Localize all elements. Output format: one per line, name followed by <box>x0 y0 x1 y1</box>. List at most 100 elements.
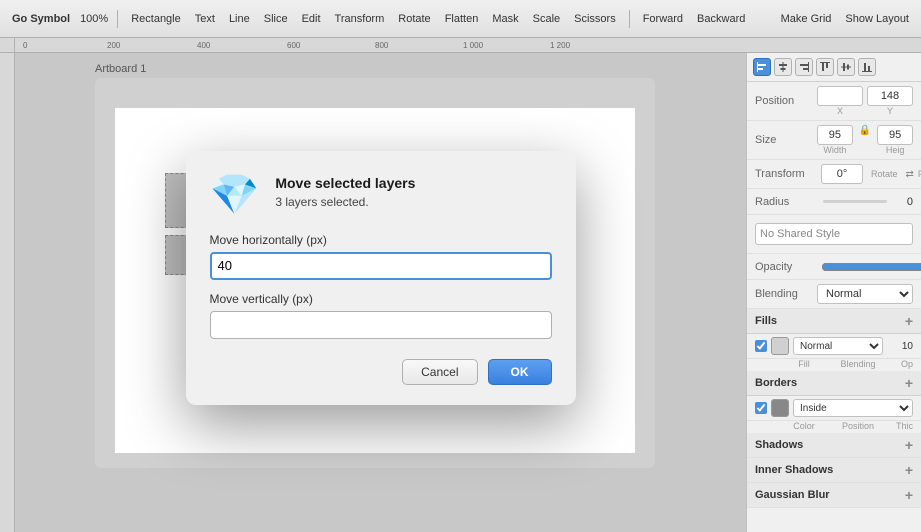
tool-scale[interactable]: Scale <box>529 11 565 27</box>
toolbar-separator-2 <box>629 10 630 28</box>
radius-slider[interactable] <box>823 200 887 203</box>
radius-row: Radius 0 <box>747 189 921 215</box>
border-position-select[interactable]: Inside <box>793 399 913 417</box>
tool-rectangle[interactable]: Rectangle <box>127 11 185 27</box>
size-w-label: Width <box>817 145 853 155</box>
tool-scissors[interactable]: Scissors <box>570 11 620 27</box>
fill-col-fill: Fill <box>779 359 829 369</box>
blending-select[interactable]: Normal <box>817 284 913 304</box>
gem-icon: 💎 <box>210 175 260 215</box>
cancel-button[interactable]: Cancel <box>402 359 477 385</box>
blending-row: Blending Normal <box>747 280 921 309</box>
ruler-mark-800: 800 <box>375 41 388 50</box>
position-x-input[interactable] <box>817 86 863 106</box>
horizontal-field-label: Move horizontally (px) <box>210 233 552 247</box>
rotate-input[interactable] <box>821 164 863 184</box>
gaussian-blur-section: Gaussian Blur + <box>747 483 921 508</box>
tool-forward[interactable]: Forward <box>639 11 687 27</box>
fill-opacity-value: 10 <box>887 341 913 352</box>
border-enabled-checkbox[interactable] <box>755 402 767 414</box>
ruler-mark-1000: 1 000 <box>463 41 483 50</box>
zoom-control[interactable]: 100% <box>80 13 108 25</box>
ruler-mark-200: 200 <box>107 41 120 50</box>
align-left-icon[interactable] <box>753 58 771 76</box>
tool-rotate[interactable]: Rotate <box>394 11 434 27</box>
app-name[interactable]: Go Symbol <box>8 11 74 27</box>
tool-mask[interactable]: Mask <box>488 11 522 27</box>
position-label: Position <box>755 95 817 107</box>
dialog-text: Move selected layers 3 layers selected. <box>275 175 415 209</box>
borders-section-header: Borders + <box>747 371 921 396</box>
fill-blend-select[interactable]: Normal <box>793 337 883 355</box>
align-bottom-icon[interactable] <box>858 58 876 76</box>
tool-line[interactable]: Line <box>225 11 254 27</box>
inner-shadows-add-button[interactable]: + <box>905 463 913 477</box>
ruler-row: 0 200 400 600 800 1 000 1 200 <box>0 38 921 53</box>
lock-icon[interactable]: 🔒 <box>859 125 871 155</box>
shared-style-select[interactable]: No Shared Style <box>755 223 913 245</box>
fill-sublabels: Fill Blending Op <box>747 359 921 371</box>
size-w-group: Width <box>817 125 853 155</box>
tool-transform[interactable]: Transform <box>331 11 389 27</box>
border-row: Inside <box>747 396 921 421</box>
fill-col-blending: Blending <box>833 359 883 369</box>
align-center-v-icon[interactable] <box>837 58 855 76</box>
opacity-label: Opacity <box>755 261 817 273</box>
main-toolbar: Go Symbol 100% Rectangle Text Line Slice… <box>0 0 921 38</box>
fills-add-button[interactable]: + <box>905 314 913 328</box>
horizontal-ruler: 0 200 400 600 800 1 000 1 200 <box>15 38 921 53</box>
vertical-input[interactable] <box>210 311 552 339</box>
move-layers-dialog: 💎 Move selected layers 3 layers selected… <box>186 151 576 405</box>
tool-backward[interactable]: Backward <box>693 11 749 27</box>
position-x-label: X <box>817 106 863 116</box>
no-shared-style-row: No Shared Style <box>747 215 921 254</box>
size-height-input[interactable] <box>877 125 913 145</box>
toolbar-right: Make Grid Show Layout <box>777 11 913 27</box>
border-color-swatch[interactable] <box>771 399 789 417</box>
fill-col-op: Op <box>887 359 913 369</box>
inner-shadows-label: Inner Shadows <box>755 464 833 476</box>
tool-slice[interactable]: Slice <box>260 11 292 27</box>
ok-button[interactable]: OK <box>488 359 552 385</box>
ruler-corner <box>0 38 15 53</box>
toolbar-separator-1 <box>117 10 118 28</box>
size-width-input[interactable] <box>817 125 853 145</box>
radius-label: Radius <box>755 196 817 208</box>
blending-label: Blending <box>755 288 817 300</box>
position-y-group: Y <box>867 86 913 116</box>
shadows-label: Shadows <box>755 439 803 451</box>
tool-flatten[interactable]: Flatten <box>441 11 483 27</box>
zoom-value: 100% <box>80 13 108 25</box>
fills-label: Fills <box>755 315 777 327</box>
tool-text[interactable]: Text <box>191 11 219 27</box>
position-x-group: X <box>817 86 863 116</box>
fill-enabled-checkbox[interactable] <box>755 340 767 352</box>
flip-icon[interactable]: ⇄ <box>906 169 914 180</box>
opacity-slider[interactable] <box>821 259 921 275</box>
border-col-color: Color <box>779 421 829 431</box>
tool-show-layout[interactable]: Show Layout <box>841 11 913 27</box>
align-top-icon[interactable] <box>816 58 834 76</box>
gaussian-blur-add-button[interactable]: + <box>905 488 913 502</box>
ruler-mark-600: 600 <box>287 41 300 50</box>
ruler-mark-0: 0 <box>23 41 27 50</box>
align-right-icon[interactable] <box>795 58 813 76</box>
position-y-input[interactable] <box>867 86 913 106</box>
ruler-mark-1200: 1 200 <box>550 41 570 50</box>
horizontal-input[interactable] <box>210 252 552 280</box>
shadows-add-button[interactable]: + <box>905 438 913 452</box>
fill-row: Normal 10 <box>747 334 921 359</box>
inner-shadows-section: Inner Shadows + <box>747 458 921 483</box>
tool-make-grid[interactable]: Make Grid <box>777 11 836 27</box>
fill-color-swatch[interactable] <box>771 337 789 355</box>
tool-edit[interactable]: Edit <box>298 11 325 27</box>
size-row: Size Width 🔒 Heig <box>747 121 921 160</box>
dialog-subtitle: 3 layers selected. <box>275 195 415 209</box>
borders-add-button[interactable]: + <box>905 376 913 390</box>
transform-row: Transform Rotate ⇄ Fli <box>747 160 921 189</box>
size-wh: Width 🔒 Heig <box>817 125 913 155</box>
canvas-area[interactable]: Artboard 1 ↖ 💎 Move selected layers 3 la… <box>15 53 746 532</box>
border-sublabels: Color Position Thic <box>747 421 921 433</box>
align-center-h-icon[interactable] <box>774 58 792 76</box>
position-y-label: Y <box>867 106 913 116</box>
